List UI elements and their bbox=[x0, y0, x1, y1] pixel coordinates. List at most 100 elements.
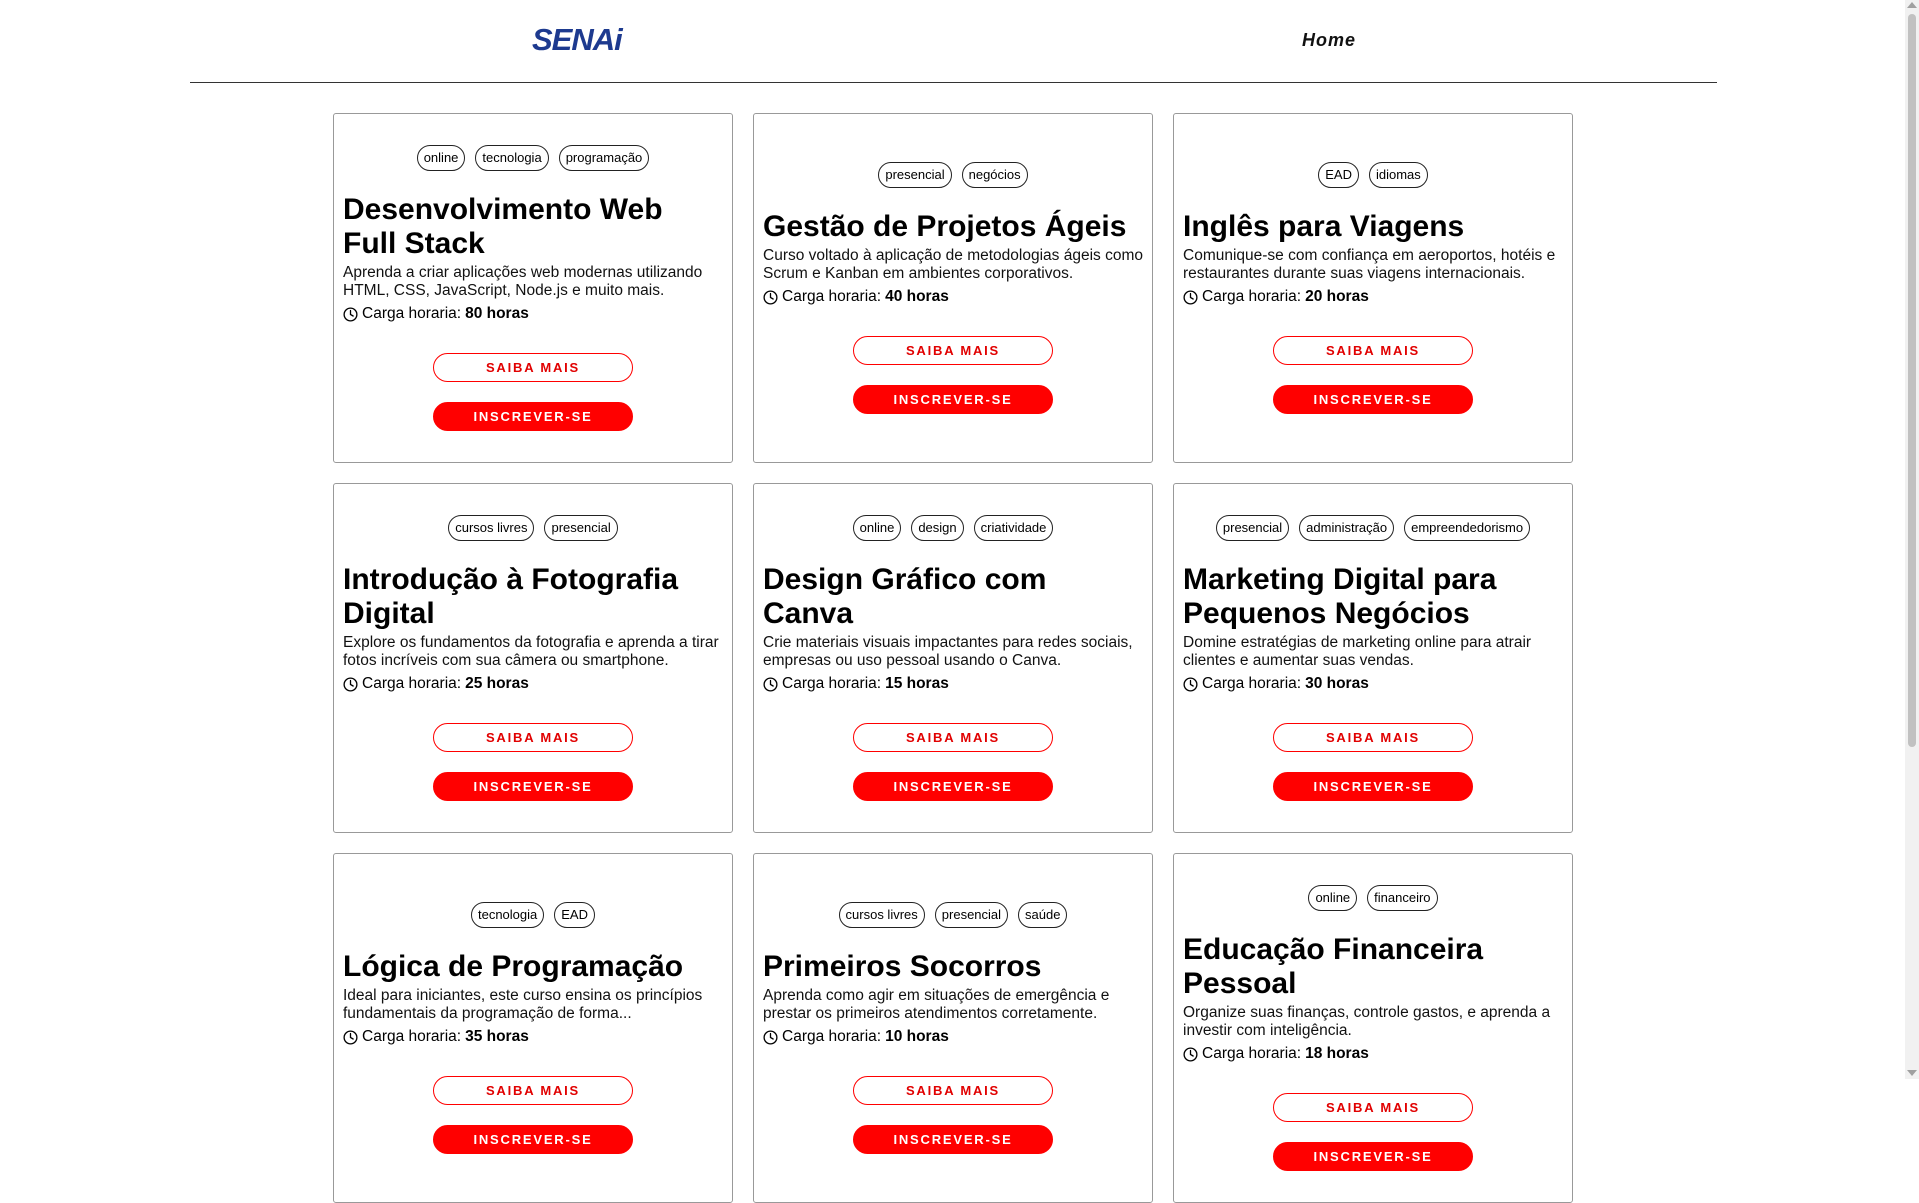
course-hours: Carga horaria: 40 horas bbox=[763, 288, 1143, 306]
course-tag[interactable]: saúde bbox=[1018, 902, 1068, 928]
course-description: Aprenda como agir em situações de emergê… bbox=[763, 987, 1110, 1022]
course-tag[interactable]: cursos livres bbox=[448, 515, 535, 541]
inscrever-button[interactable]: Inscrever-se bbox=[1273, 385, 1473, 414]
card-actions: Saiba mais Inscrever-se bbox=[1183, 336, 1563, 414]
saiba-mais-button[interactable]: Saiba mais bbox=[1273, 1093, 1473, 1122]
site-header: SENAi Home bbox=[190, 0, 1717, 83]
course-tag[interactable]: presencial bbox=[544, 515, 618, 541]
scrollbar-thumb[interactable] bbox=[1908, 14, 1916, 747]
tag-list: EAD idiomas bbox=[1183, 162, 1563, 188]
course-hours: Carga horaria: 15 horas bbox=[763, 675, 1143, 693]
course-card: cursos livres presencial saúde Primeiros S… bbox=[753, 853, 1153, 1203]
logo-text: SENAi bbox=[532, 22, 623, 57]
inscrever-button[interactable]: Inscrever-se bbox=[1273, 772, 1473, 801]
course-grid: online tecnologia programação Desenvolvime… bbox=[333, 113, 1573, 1203]
course-title: Introdução à Fotografia Digital bbox=[343, 563, 679, 630]
course-title: Desenvolvimento Web Full Stack bbox=[343, 193, 663, 260]
nav-home-link[interactable]: Home bbox=[1302, 30, 1356, 51]
card-actions: Saiba mais Inscrever-se bbox=[1183, 1093, 1563, 1171]
course-description: Organize suas finanças, controle gastos,… bbox=[1183, 1004, 1551, 1039]
saiba-mais-button[interactable]: Saiba mais bbox=[853, 1076, 1053, 1105]
vertical-scrollbar[interactable] bbox=[1905, 0, 1919, 1079]
hours-value: 25 horas bbox=[465, 675, 529, 692]
tag-list: cursos livres presencial bbox=[343, 515, 723, 541]
clock-icon bbox=[343, 306, 358, 322]
course-tag[interactable]: idiomas bbox=[1368, 162, 1428, 188]
course-tag[interactable]: EAD bbox=[554, 902, 595, 928]
inscrever-button[interactable]: Inscrever-se bbox=[853, 385, 1053, 414]
course-title: Inglês para Viagens bbox=[1183, 210, 1465, 243]
hours-value: 10 horas bbox=[885, 1028, 949, 1045]
inscrever-button[interactable]: Inscrever-se bbox=[433, 1125, 633, 1154]
saiba-mais-button[interactable]: Saiba mais bbox=[1273, 336, 1473, 365]
course-hours: Carga horaria: 10 horas bbox=[763, 1028, 1143, 1046]
card-actions: Saiba mais Inscrever-se bbox=[763, 723, 1143, 801]
hours-label: Carga horaria: bbox=[362, 1028, 462, 1045]
course-tag[interactable]: design bbox=[911, 515, 964, 541]
course-tag[interactable]: administração bbox=[1299, 515, 1395, 541]
card-actions: Saiba mais Inscrever-se bbox=[343, 723, 723, 801]
course-tag[interactable]: EAD bbox=[1318, 162, 1359, 188]
course-tag[interactable]: online bbox=[416, 145, 466, 171]
card-actions: Saiba mais Inscrever-se bbox=[1183, 723, 1563, 801]
course-tag[interactable]: tecnologia bbox=[475, 145, 549, 171]
hours-value: 80 horas bbox=[465, 305, 529, 322]
hours-label: Carga horaria: bbox=[782, 288, 882, 305]
course-hours: Carga horaria: 80 horas bbox=[343, 305, 723, 323]
tag-list: presencial administração empreendedorismo bbox=[1183, 515, 1563, 541]
course-tag[interactable]: negócios bbox=[961, 162, 1028, 188]
hours-label: Carga horaria: bbox=[362, 675, 462, 692]
course-tag[interactable]: cursos livres bbox=[838, 902, 925, 928]
scroll-down-arrow-icon[interactable] bbox=[1907, 1070, 1917, 1076]
course-description: Ideal para iniciantes, este curso ensina… bbox=[343, 987, 703, 1022]
inscrever-button[interactable]: Inscrever-se bbox=[853, 772, 1053, 801]
course-tag[interactable]: presencial bbox=[934, 902, 1009, 928]
course-hours: Carga horaria: 20 horas bbox=[1183, 288, 1563, 306]
saiba-mais-button[interactable]: Saiba mais bbox=[433, 353, 633, 382]
hours-value: 18 horas bbox=[1305, 1045, 1369, 1062]
hours-label: Carga horaria: bbox=[1202, 288, 1302, 305]
clock-icon bbox=[1183, 1046, 1198, 1062]
clock-icon bbox=[763, 676, 778, 692]
hours-value: 20 horas bbox=[1305, 288, 1369, 305]
course-tag[interactable]: online bbox=[852, 515, 902, 541]
senai-logo[interactable]: SENAi bbox=[532, 24, 632, 56]
saiba-mais-button[interactable]: Saiba mais bbox=[1273, 723, 1473, 752]
course-tag[interactable]: presencial bbox=[878, 162, 952, 188]
scroll-up-arrow-icon[interactable] bbox=[1907, 2, 1917, 8]
course-tag[interactable]: programação bbox=[558, 145, 650, 171]
saiba-mais-button[interactable]: Saiba mais bbox=[853, 723, 1053, 752]
saiba-mais-button[interactable]: Saiba mais bbox=[433, 1076, 633, 1105]
inscrever-button[interactable]: Inscrever-se bbox=[433, 402, 633, 431]
tag-list: online tecnologia programação bbox=[343, 145, 723, 171]
course-card: online design criatividade Design Gráfico … bbox=[753, 483, 1153, 833]
clock-icon bbox=[763, 1029, 778, 1045]
course-tag[interactable]: empreendedorismo bbox=[1404, 515, 1531, 541]
card-actions: Saiba mais Inscrever-se bbox=[763, 1076, 1143, 1154]
card-actions: Saiba mais Inscrever-se bbox=[343, 353, 723, 431]
tag-list: tecnologia EAD bbox=[343, 902, 723, 928]
course-card: presencial negócios Gestão de Projetos Ág… bbox=[753, 113, 1153, 463]
tag-list: online design criatividade bbox=[763, 515, 1143, 541]
hours-value: 30 horas bbox=[1305, 675, 1369, 692]
course-tag[interactable]: financeiro bbox=[1367, 885, 1438, 911]
saiba-mais-button[interactable]: Saiba mais bbox=[853, 336, 1053, 365]
course-description: Comunique-se com confiança em aeroportos… bbox=[1183, 247, 1556, 282]
clock-icon bbox=[343, 1029, 358, 1045]
course-tag[interactable]: online bbox=[1308, 885, 1358, 911]
clock-icon bbox=[1183, 676, 1198, 692]
inscrever-button[interactable]: Inscrever-se bbox=[433, 772, 633, 801]
hours-value: 40 horas bbox=[885, 288, 949, 305]
saiba-mais-button[interactable]: Saiba mais bbox=[433, 723, 633, 752]
course-description: Domine estratégias de marketing online p… bbox=[1183, 634, 1532, 669]
course-description: Crie materiais visuais impactantes para … bbox=[763, 634, 1133, 669]
inscrever-button[interactable]: Inscrever-se bbox=[1273, 1142, 1473, 1171]
course-tag[interactable]: tecnologia bbox=[470, 902, 545, 928]
course-tag[interactable]: criatividade bbox=[973, 515, 1054, 541]
hours-label: Carga horaria: bbox=[782, 675, 882, 692]
hours-label: Carga horaria: bbox=[782, 1028, 882, 1045]
course-card: presencial administração empreendedorismo … bbox=[1173, 483, 1573, 833]
course-card: cursos livres presencial Introdução à Fot… bbox=[333, 483, 733, 833]
inscrever-button[interactable]: Inscrever-se bbox=[853, 1125, 1053, 1154]
course-tag[interactable]: presencial bbox=[1215, 515, 1290, 541]
